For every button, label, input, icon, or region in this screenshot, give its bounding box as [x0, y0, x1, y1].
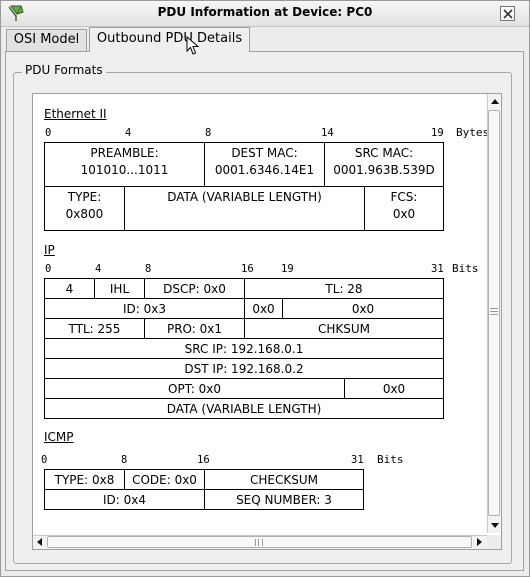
ip-bit-8: 8: [145, 263, 152, 275]
dest-mac-field: DEST MAC: 0001.6346.14E1: [204, 142, 325, 187]
icmp-type-field: TYPE: 0x8: [44, 469, 125, 490]
ip-src-field: SRC IP: 192.168.0.1: [44, 338, 444, 359]
ip-frag-offset-field: 0x0: [282, 298, 444, 319]
scroll-left-button[interactable]: [34, 536, 46, 548]
icmp-title: ICMP: [44, 430, 74, 444]
fcs-field: FCS: 0x0: [364, 186, 444, 231]
ethernet-bit-4: 4: [125, 127, 132, 139]
ip-dst-field: DST IP: 192.168.0.2: [44, 358, 444, 379]
scroll-up-button[interactable]: [489, 96, 501, 108]
ethernet-bit-0: 0: [45, 127, 52, 139]
icmp-checksum-field: CHECKSUM: [204, 469, 364, 490]
ip-flags-field: 0x0: [244, 298, 283, 319]
ip-bit-4: 4: [95, 263, 102, 275]
icmp-bit-31: 31: [351, 454, 364, 466]
arrow-up-icon: [491, 99, 499, 104]
ip-bit-16: 16: [241, 263, 254, 275]
ip-tl-field: TL: 28: [244, 278, 444, 299]
tab-outbound-pdu-details[interactable]: Outbound PDU Details: [89, 27, 250, 52]
close-button[interactable]: [500, 6, 515, 21]
icmp-id-field: ID: 0x4: [44, 489, 205, 510]
dest-mac-value: 0001.6346.14E1: [214, 163, 315, 177]
scroll-down-button[interactable]: [489, 519, 501, 531]
icmp-code-field: CODE: 0x0: [124, 469, 205, 490]
ip-data-field: DATA (VARIABLE LENGTH): [44, 398, 444, 419]
vertical-grip-icon: [490, 308, 498, 315]
scroll-right-button[interactable]: [473, 536, 485, 548]
src-mac-value: 0001.963B.539D: [333, 163, 435, 177]
ip-bit-31: 31: [431, 263, 444, 275]
ip-opt-field: OPT: 0x0: [44, 378, 345, 399]
fcs-value: 0x0: [392, 207, 416, 221]
ip-bit-19: 19: [281, 263, 294, 275]
ip-title: IP: [44, 243, 55, 257]
ip-id-field: ID: 0x3: [44, 298, 245, 319]
arrow-right-icon: [477, 538, 482, 546]
mouse-pointer-icon: [186, 35, 200, 56]
preamble-value: 101010...1011: [80, 163, 169, 177]
ip-chksum-field: CHKSUM: [244, 318, 444, 339]
eth-type-value: 0x800: [65, 207, 104, 221]
ip-dscp-field: DSCP: 0x0: [144, 278, 245, 299]
ethernet-unit: Bytes: [456, 126, 490, 139]
eth-data-label: DATA (VARIABLE LENGTH): [167, 190, 322, 204]
preamble-label: PREAMBLE:: [90, 146, 159, 160]
fcs-label: FCS:: [390, 190, 418, 204]
ethernet-bit-8: 8: [205, 127, 212, 139]
close-icon: [503, 9, 513, 19]
ip-unit: Bits: [452, 262, 479, 275]
icmp-bit-8: 8: [121, 454, 128, 466]
icmp-bit-16: 16: [197, 454, 210, 466]
ethernet-bit-19: 19: [431, 127, 444, 139]
dest-mac-label: DEST MAC:: [231, 146, 298, 160]
arrow-down-icon: [491, 523, 499, 528]
ip-version-field: 4: [44, 278, 95, 299]
icmp-seq-field: SEQ NUMBER: 3: [204, 489, 364, 510]
ethernet-bit-14: 14: [321, 127, 334, 139]
tab-osi-model[interactable]: OSI Model: [6, 29, 87, 51]
ip-ihl-field: IHL: [94, 278, 145, 299]
src-mac-field: SRC MAC: 0001.963B.539D: [324, 142, 444, 187]
preamble-field: PREAMBLE: 101010...1011: [44, 142, 205, 187]
icmp-bit-0: 0: [41, 454, 48, 466]
eth-data-field: DATA (VARIABLE LENGTH): [124, 186, 365, 231]
ip-padding-field: 0x0: [344, 378, 444, 399]
eth-type-label: TYPE:: [67, 190, 102, 204]
eth-type-field: TYPE: 0x800: [44, 186, 125, 231]
window-title: PDU Information at Device: PC0: [157, 5, 373, 19]
ip-pro-field: PRO: 0x1: [144, 318, 245, 339]
ethernet-title: Ethernet II: [44, 107, 107, 121]
horizontal-grip-icon: [255, 539, 263, 546]
src-mac-label: SRC MAC:: [354, 146, 414, 160]
arrow-left-icon: [37, 538, 42, 546]
icmp-unit: Bits: [377, 453, 404, 466]
pdu-formats-label: PDU Formats: [22, 63, 106, 77]
ip-bit-0: 0: [45, 263, 52, 275]
ip-ttl-field: TTL: 255: [44, 318, 145, 339]
scroll-corner: [487, 535, 501, 549]
